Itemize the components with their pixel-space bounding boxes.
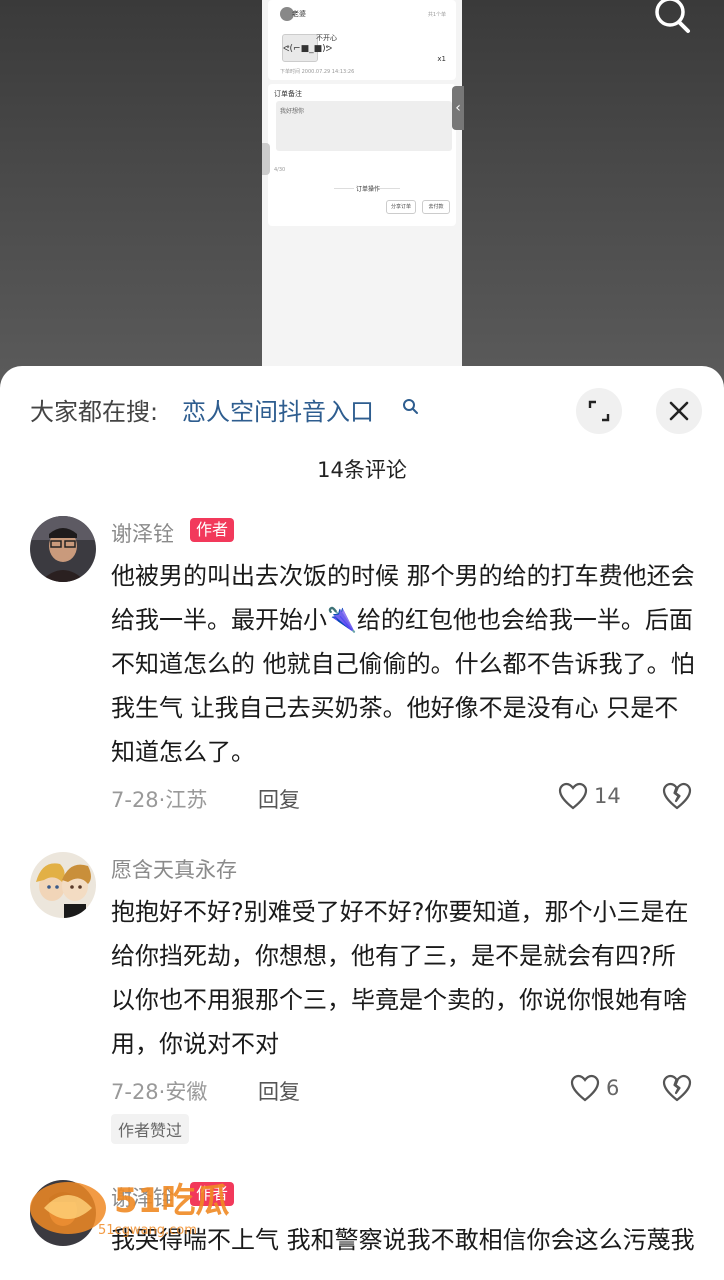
- side-scroll-handle: [262, 143, 270, 175]
- search-suggest-prefix: 大家都在搜:: [30, 398, 159, 426]
- comment-text[interactable]: 抱抱好不好?别难受了好不好?你要知道，那个小三是在给你挡死劫，你想想，他有了三，…: [111, 890, 695, 1066]
- order-count: 共1个单: [427, 12, 446, 18]
- watermark-logo: 51吃瓜 51cgwang.com: [26, 1168, 256, 1248]
- expand-button[interactable]: [576, 388, 622, 434]
- comment-date-location: 7-28·安徽: [111, 1080, 208, 1104]
- watermark-url-text: 51cgwang.com: [98, 1223, 197, 1238]
- like-count: 6: [606, 1076, 620, 1100]
- comment-text[interactable]: 他被男的叫出去次饭的时候 那个男的给的打车费他还会给我一半。最开始小🌂给的红包他…: [111, 554, 695, 774]
- pay-button: 去付款: [422, 200, 450, 214]
- reply-button[interactable]: 回复: [258, 784, 300, 814]
- product-thumbnail: ᕙ(⌐■_■)ᕗ: [282, 34, 332, 62]
- note-text: 我好想你: [280, 108, 305, 115]
- note-title: 订单备注: [274, 90, 302, 98]
- order-card: 老婆 共1个单 ᕙ(⌐■_■)ᕗ 不开心 x1 下单时间 2000.07.29 …: [268, 0, 456, 80]
- close-button[interactable]: [656, 388, 702, 434]
- avatar[interactable]: [30, 516, 96, 582]
- watermark-logo-text: 51吃瓜: [114, 1181, 229, 1221]
- contact-name: 老婆: [292, 10, 306, 18]
- broken-heart-icon[interactable]: [662, 1073, 692, 1103]
- avatar[interactable]: [30, 852, 96, 918]
- author-tag: 作者: [190, 518, 235, 542]
- search-small-icon[interactable]: [402, 398, 420, 416]
- heart-icon[interactable]: [558, 782, 588, 810]
- like-count: 14: [594, 784, 621, 808]
- username[interactable]: 愿含天真永存: [111, 854, 237, 884]
- author-liked-badge: 作者赞过: [111, 1114, 190, 1144]
- reply-button[interactable]: 回复: [258, 1076, 300, 1106]
- broken-heart-icon[interactable]: [662, 781, 692, 811]
- comment-item: 谢泽铨 作者 他被男的叫出去次饭的时候 那个男的给的打车费他还会给我一半。最开始…: [0, 514, 724, 814]
- username[interactable]: 谢泽铨: [111, 518, 174, 548]
- expand-icon: [588, 400, 610, 422]
- product-title: 不开心: [316, 34, 337, 42]
- order-time: 下单时间 2000.07.29 14:13:26: [280, 69, 355, 75]
- search-suggest-link[interactable]: 恋人空间抖音入口: [182, 392, 374, 427]
- side-tab-handle[interactable]: ‹: [452, 86, 464, 130]
- share-order-button: 分享订单: [386, 200, 416, 214]
- video-phone-screenshot: 老婆 共1个单 ᕙ(⌐■_■)ᕗ 不开心 x1 下单时间 2000.07.29 …: [262, 0, 462, 370]
- actions-title: 订单操作: [356, 186, 381, 193]
- note-count: 4/30: [274, 167, 286, 173]
- comments-sheet: 大家都在搜: 恋人空间抖音入口 14条评论 谢泽铨 作者 他被男的叫出去次饭的时…: [0, 366, 724, 1280]
- comment-count: 14条评论: [317, 458, 407, 482]
- product-quantity: x1: [437, 55, 446, 63]
- order-note-card: 订单备注 我好想你 4/30 订单操作 分享订单 去付款: [268, 84, 456, 226]
- comment-date-location: 7-28·江苏: [111, 788, 208, 812]
- search-icon[interactable]: [648, 0, 696, 40]
- heart-icon[interactable]: [570, 1074, 600, 1102]
- close-icon: [669, 401, 689, 421]
- comment-item: 愿含天真永存 抱抱好不好?别难受了好不好?你要知道，那个小三是在给你挡死劫，你想…: [0, 850, 724, 1150]
